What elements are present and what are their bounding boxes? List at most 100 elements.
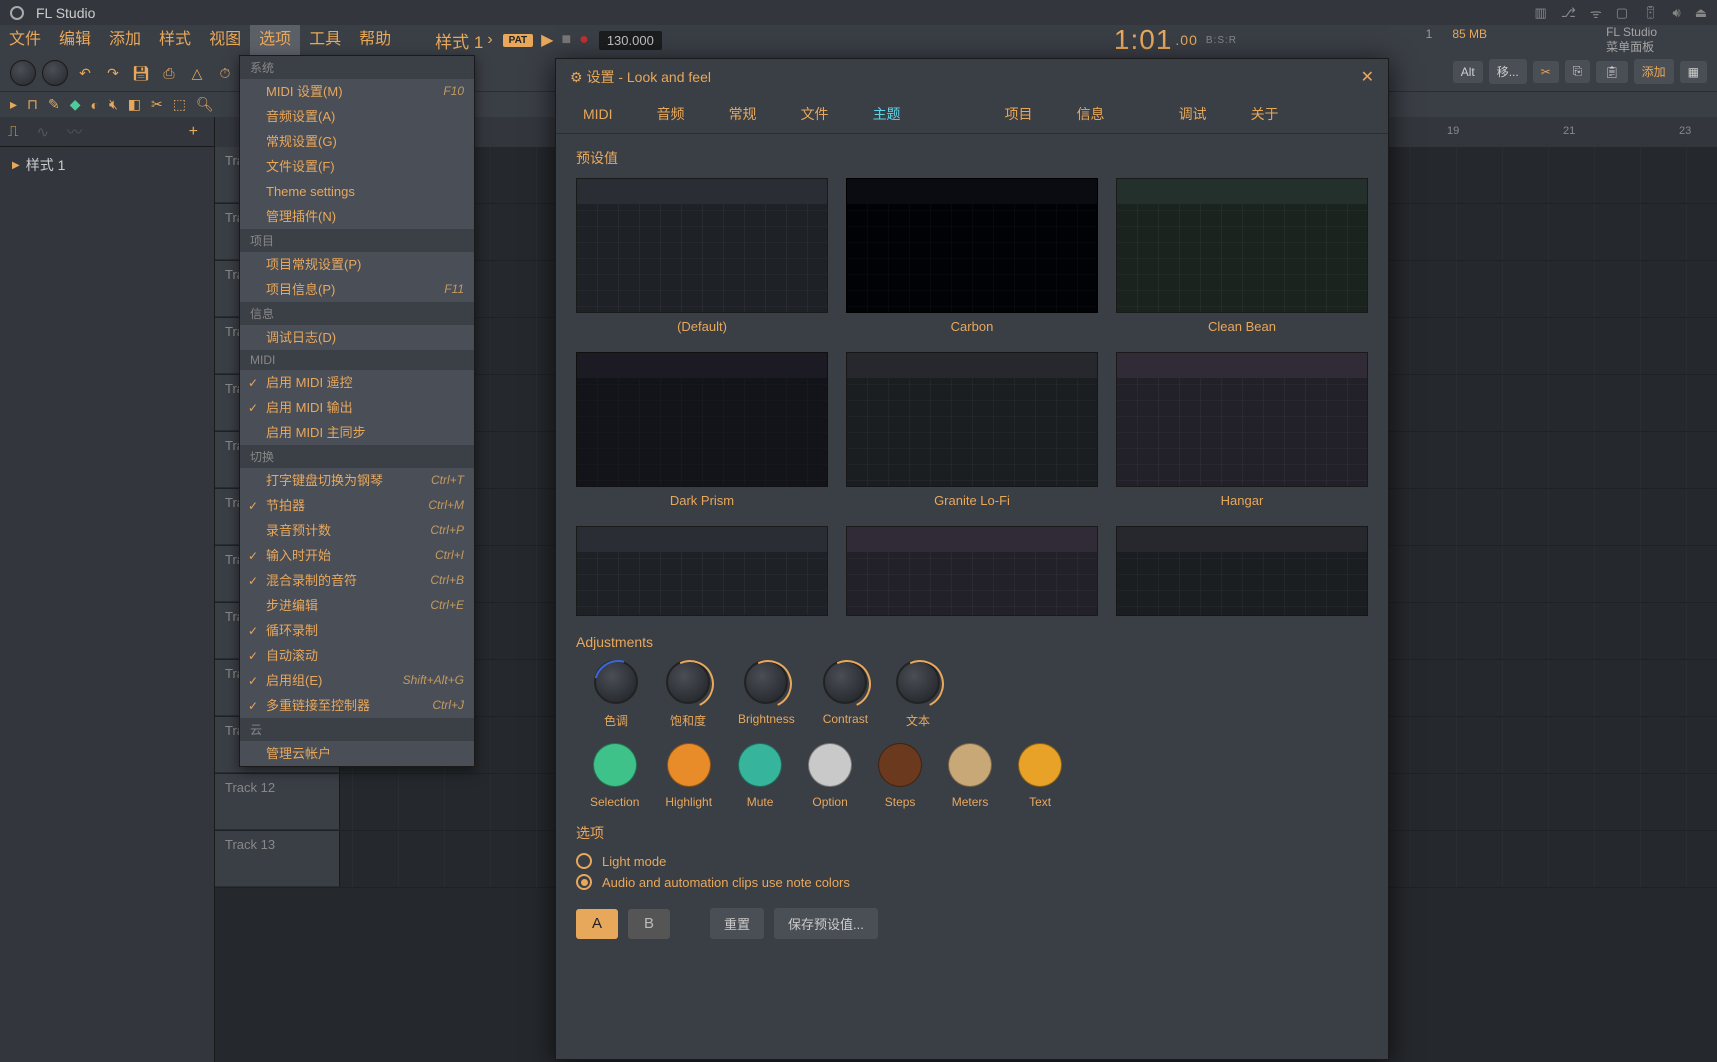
options-menu[interactable]: 系统MIDI 设置(M)F10音频设置(A)常规设置(G)文件设置(F)Them… <box>239 55 475 767</box>
track-label[interactable]: Track 13 <box>215 831 340 887</box>
zoom-icon[interactable]: 🔍︎ <box>196 96 214 113</box>
record-button[interactable]: ● <box>579 31 589 49</box>
swatch-circle[interactable] <box>1018 743 1062 787</box>
cut-icon[interactable]: ✂ <box>1533 61 1559 83</box>
menu-item[interactable]: 步进编辑Ctrl+E <box>240 593 474 618</box>
add-pattern-button[interactable]: + <box>189 123 206 141</box>
menu-item[interactable]: MIDI 设置(M)F10 <box>240 79 474 104</box>
menu-item[interactable]: 调试日志(D) <box>240 325 474 350</box>
bpm-display[interactable]: 130.000 <box>599 31 662 50</box>
menu-item[interactable]: ✓混合录制的音符Ctrl+B <box>240 568 474 593</box>
menu-item[interactable]: ✓启用 MIDI 输出 <box>240 395 474 420</box>
knob-dial[interactable] <box>896 660 940 704</box>
play-button[interactable]: ▶ <box>541 30 553 50</box>
theme-card[interactable]: (Default) <box>576 178 828 334</box>
mute-icon[interactable]: 🔇︎ <box>109 96 118 113</box>
theme-card[interactable]: Granite Lo-Fi <box>846 352 1098 508</box>
volume-knob[interactable] <box>10 60 36 86</box>
menu-tools[interactable]: 工具 <box>300 25 350 55</box>
redo-icon[interactable]: ↷ <box>102 62 124 84</box>
theme-card[interactable]: Carbon <box>846 178 1098 334</box>
settings-tab[interactable]: 常规 <box>707 94 779 134</box>
menu-edit[interactable]: 编辑 <box>50 25 100 55</box>
adjustment-knob[interactable]: 文本 <box>896 660 940 729</box>
paste-icon[interactable]: 📋︎ <box>1596 61 1627 83</box>
settings-tab[interactable]: 文件 <box>779 94 851 134</box>
option-light-mode[interactable]: Light mode <box>576 853 1368 869</box>
copy-icon[interactable]: ⎘ <box>1565 60 1591 83</box>
settings-tab[interactable]: 信息 <box>1055 94 1127 134</box>
adjustment-knob[interactable]: Contrast <box>823 660 868 729</box>
menu-item[interactable]: 管理插件(N) <box>240 204 474 229</box>
color-swatch[interactable]: Meters <box>948 743 992 809</box>
menu-help[interactable]: 帮助 <box>350 25 400 55</box>
pitch-knob[interactable] <box>42 60 68 86</box>
menu-item[interactable]: 打字键盘切换为钢琴Ctrl+T <box>240 468 474 493</box>
tab-automation-icon[interactable]: 〰 <box>67 121 82 142</box>
wait-icon[interactable]: ⏱ <box>214 62 236 84</box>
menu-options[interactable]: 选项 <box>250 25 300 55</box>
menu-item[interactable]: 项目信息(P)F11 <box>240 277 474 302</box>
theme-card[interactable] <box>846 526 1098 616</box>
tab-audio-icon[interactable]: ∿ <box>37 123 50 141</box>
render-icon[interactable]: ⎙ <box>158 62 180 84</box>
undo-icon[interactable]: ↶ <box>74 62 96 84</box>
swatch-circle[interactable] <box>667 743 711 787</box>
alt-button[interactable]: Alt <box>1453 61 1483 83</box>
adjustment-knob[interactable]: Brightness <box>738 660 795 729</box>
compare-b-button[interactable]: B <box>628 909 670 939</box>
menu-item[interactable]: ✓多重链接至控制器Ctrl+J <box>240 693 474 718</box>
compare-a-button[interactable]: A <box>576 909 618 939</box>
menu-item[interactable]: ✓节拍器Ctrl+M <box>240 493 474 518</box>
pattern-chevron-icon[interactable]: › <box>487 31 492 49</box>
menu-item[interactable]: 录音预计数Ctrl+P <box>240 518 474 543</box>
knob-dial[interactable] <box>666 660 710 704</box>
knob-dial[interactable] <box>823 660 867 704</box>
menu-file[interactable]: 文件 <box>0 25 50 55</box>
settings-tab[interactable]: 音频 <box>635 94 707 134</box>
pat-song-toggle[interactable]: PAT <box>503 34 534 47</box>
brush-icon[interactable]: ◆ <box>70 96 81 113</box>
close-icon[interactable]: ✕ <box>1361 67 1374 87</box>
select-icon[interactable]: ⬚ <box>173 96 186 113</box>
color-swatch[interactable]: Option <box>808 743 852 809</box>
stop-button[interactable]: ■ <box>561 31 571 49</box>
move-button[interactable]: 移... <box>1489 59 1527 84</box>
save-preset-button[interactable]: 保存预设值... <box>774 908 878 939</box>
menu-item[interactable]: 项目常规设置(P) <box>240 252 474 277</box>
swatch-circle[interactable] <box>738 743 782 787</box>
magnet-icon[interactable]: ⊓ <box>27 96 38 113</box>
tab-patterns-icon[interactable]: ⎍ <box>8 123 19 140</box>
pointer-icon[interactable]: ▸ <box>10 96 17 113</box>
menu-item[interactable]: ✓循环录制 <box>240 618 474 643</box>
settings-tab[interactable]: 项目 <box>983 94 1055 134</box>
settings-tab[interactable]: 关于 <box>1229 94 1301 134</box>
settings-tab[interactable]: 调试 <box>1157 94 1229 134</box>
adjustment-knob[interactable]: 色调 <box>594 660 638 729</box>
settings-tab[interactable]: MIDI <box>561 96 635 132</box>
menu-item[interactable]: ✓启用 MIDI 遥控 <box>240 370 474 395</box>
theme-card[interactable] <box>576 526 828 616</box>
theme-card[interactable]: Clean Bean <box>1116 178 1368 334</box>
menu-item[interactable]: 文件设置(F) <box>240 154 474 179</box>
color-swatch[interactable]: Steps <box>878 743 922 809</box>
swatch-circle[interactable] <box>593 743 637 787</box>
menu-item[interactable]: ✓自动滚动 <box>240 643 474 668</box>
menu-pattern[interactable]: 样式 <box>150 25 200 55</box>
grid-icon[interactable]: ▦ <box>1680 61 1707 83</box>
theme-card[interactable]: Dark Prism <box>576 352 828 508</box>
erase-icon[interactable]: ◐ <box>90 97 98 113</box>
play-pattern-icon[interactable]: ▶ <box>12 160 20 171</box>
adjustment-knob[interactable]: 饱和度 <box>666 660 710 729</box>
menu-item[interactable]: 管理云帐户 <box>240 741 474 766</box>
menu-item[interactable]: ✓输入时开始Ctrl+I <box>240 543 474 568</box>
settings-tab[interactable]: 主题 <box>851 94 923 134</box>
track-label[interactable]: Track 12 <box>215 774 340 830</box>
menu-item[interactable]: 音频设置(A) <box>240 104 474 129</box>
menu-item[interactable]: 启用 MIDI 主同步 <box>240 420 474 445</box>
menu-item[interactable]: 常规设置(G) <box>240 129 474 154</box>
reset-button[interactable]: 重置 <box>710 908 764 939</box>
option-clip-colors[interactable]: Audio and automation clips use note colo… <box>576 874 1368 890</box>
add-button[interactable]: 添加 <box>1634 59 1674 84</box>
swatch-circle[interactable] <box>808 743 852 787</box>
